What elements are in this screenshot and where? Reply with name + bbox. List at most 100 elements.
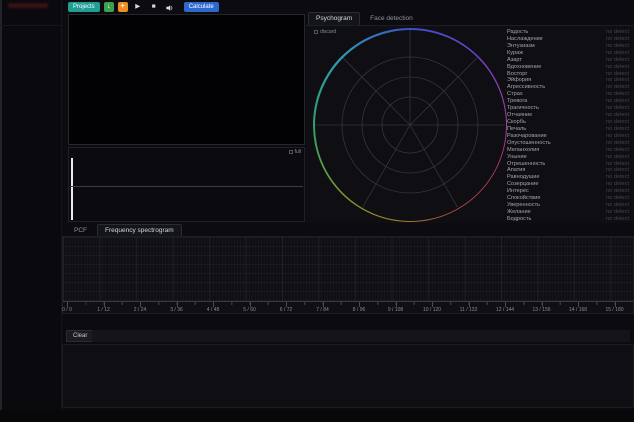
emotion-row: Уверенность no detect: [507, 202, 629, 209]
emotion-row: Тревога no detect: [507, 98, 629, 105]
ruler-tick-label: 11 / 132: [460, 307, 478, 313]
emotion-name: Спокойствие: [507, 195, 541, 202]
emotion-value: no detect: [606, 29, 629, 36]
add-icon: +: [121, 3, 125, 10]
stop-button[interactable]: ■: [148, 2, 160, 12]
emotion-value: no detect: [606, 98, 629, 105]
emotion-row: Скорбь no detect: [507, 119, 629, 126]
psychogram-chart: [313, 28, 507, 222]
projects-sidebar: [0, 0, 62, 422]
emotion-row: Бодрость no detect: [507, 216, 629, 223]
emotion-value: no detect: [606, 64, 629, 71]
emotion-value: no detect: [606, 105, 629, 112]
emotion-row: Опустошенность no detect: [507, 140, 629, 147]
emotion-row: Кураж no detect: [507, 50, 629, 57]
tab-psychogram[interactable]: Psychogram: [308, 12, 360, 25]
emotion-value: no detect: [606, 133, 629, 140]
emotion-value: no detect: [606, 216, 629, 223]
emotion-name: Созерцание: [507, 181, 538, 188]
emotion-row: Меланхолия no detect: [507, 147, 629, 154]
ruler-minor-ticks: [67, 302, 627, 305]
emotion-row: Азарт no detect: [507, 57, 629, 64]
sidebar-divider: [0, 25, 62, 26]
time-ruler: 0 / 0 1 / 12 2 / 24 3 / 36: [63, 301, 633, 314]
emotion-name: Страх: [507, 91, 523, 98]
emotion-row: Агрессивность no detect: [507, 84, 629, 91]
ruler-tick-label: 12 / 144: [496, 307, 514, 313]
ruler-tick-label: 13 / 156: [532, 307, 550, 313]
emotion-name: Желание: [507, 209, 531, 216]
emotion-row: Созерцание no detect: [507, 181, 629, 188]
emotion-name: Кураж: [507, 50, 523, 57]
stop-icon: ■: [152, 3, 156, 10]
ruler-tick-label: 8 / 96: [353, 307, 366, 313]
calculate-button[interactable]: Calculate: [184, 2, 219, 12]
emotion-name: Бодрость: [507, 216, 531, 223]
projects-button[interactable]: Projects: [68, 2, 100, 12]
emotion-name: Разочарование: [507, 133, 547, 140]
emotion-value: no detect: [606, 195, 629, 202]
emotion-name: Азарт: [507, 57, 522, 64]
results-panel: [62, 344, 634, 408]
status-bar: [0, 410, 634, 422]
waveform-zero-line: [70, 186, 303, 187]
emotion-name: Скорбь: [507, 119, 526, 126]
emotion-row: Наслаждение no detect: [507, 36, 629, 43]
add-button[interactable]: +: [118, 2, 128, 12]
import-icon: ↓: [107, 3, 111, 10]
play-button[interactable]: ▶: [132, 2, 144, 12]
emotion-value: no detect: [606, 119, 629, 126]
emotion-value: no detect: [606, 140, 629, 147]
ruler-tick-label: 7 / 84: [316, 307, 329, 313]
emotion-row: Уныние no detect: [507, 154, 629, 161]
emotion-row: Равнодушие no detect: [507, 174, 629, 181]
emotion-value: no detect: [606, 91, 629, 98]
tab-face-detection[interactable]: Face detection: [362, 12, 421, 25]
emotion-row: Радость no detect: [507, 29, 629, 36]
ruler-tick-label: 4 / 48: [207, 307, 220, 313]
emotion-name: Опустошенность: [507, 140, 551, 147]
ruler-tick-label: 10 / 120: [423, 307, 441, 313]
ruler-tick-label: 1 / 12: [97, 307, 110, 313]
emotion-name: Уныние: [507, 154, 527, 161]
psychogram-tabbar: Psychogram Face detection: [308, 12, 421, 25]
emotion-row: Разочарование no detect: [507, 133, 629, 140]
ruler-tick-label: 3 / 36: [170, 307, 183, 313]
emotions-list: Радость no detect Наслаждение no detect …: [507, 29, 629, 223]
emotion-name: Энтузиазм: [507, 43, 535, 50]
emotion-value: no detect: [606, 126, 629, 133]
app-logo: [8, 3, 48, 8]
emotion-row: Эйфория no detect: [507, 77, 629, 84]
ruler-tick-label: 0 / 0: [62, 307, 72, 313]
import-button[interactable]: ↓: [104, 2, 114, 12]
emotion-value: no detect: [606, 167, 629, 174]
emotion-row: Вдохновение no detect: [507, 64, 629, 71]
emotion-value: no detect: [606, 112, 629, 119]
emotion-name: Печаль: [507, 126, 526, 133]
emotion-row: Трагичность no detect: [507, 105, 629, 112]
playhead-cursor[interactable]: [71, 158, 73, 220]
emotion-name: Меланхолия: [507, 147, 539, 154]
spectrogram-panel: 0 / 0 1 / 12 2 / 24 3 / 36: [62, 236, 634, 314]
audio-button[interactable]: [164, 2, 176, 12]
emotion-row: Страх no detect: [507, 91, 629, 98]
clear-row-strip: [92, 330, 630, 342]
full-checkbox[interactable]: [289, 150, 293, 154]
waveform-panel: full: [68, 147, 305, 222]
video-preview: [68, 14, 305, 145]
ruler-tick-label: 9 / 108: [388, 307, 403, 313]
emotion-value: no detect: [606, 57, 629, 64]
emotion-row: Отчаяние no detect: [507, 112, 629, 119]
app-window: Projects ↓ + ▶ ■ Calculate full Psychogr…: [0, 0, 634, 422]
speaker-icon: [165, 4, 174, 12]
clear-button[interactable]: Clear: [66, 330, 94, 342]
emotion-value: no detect: [606, 188, 629, 195]
emotion-row: Энтузиазм no detect: [507, 43, 629, 50]
emotion-name: Эйфория: [507, 77, 531, 84]
emotion-value: no detect: [606, 84, 629, 91]
emotion-value: no detect: [606, 71, 629, 78]
main-toolbar: Projects ↓ + ▶ ■ Calculate: [68, 1, 219, 13]
ruler-tick-label: 15 / 180: [605, 307, 623, 313]
emotion-row: Желание no detect: [507, 209, 629, 216]
emotion-name: Наслаждение: [507, 36, 543, 43]
